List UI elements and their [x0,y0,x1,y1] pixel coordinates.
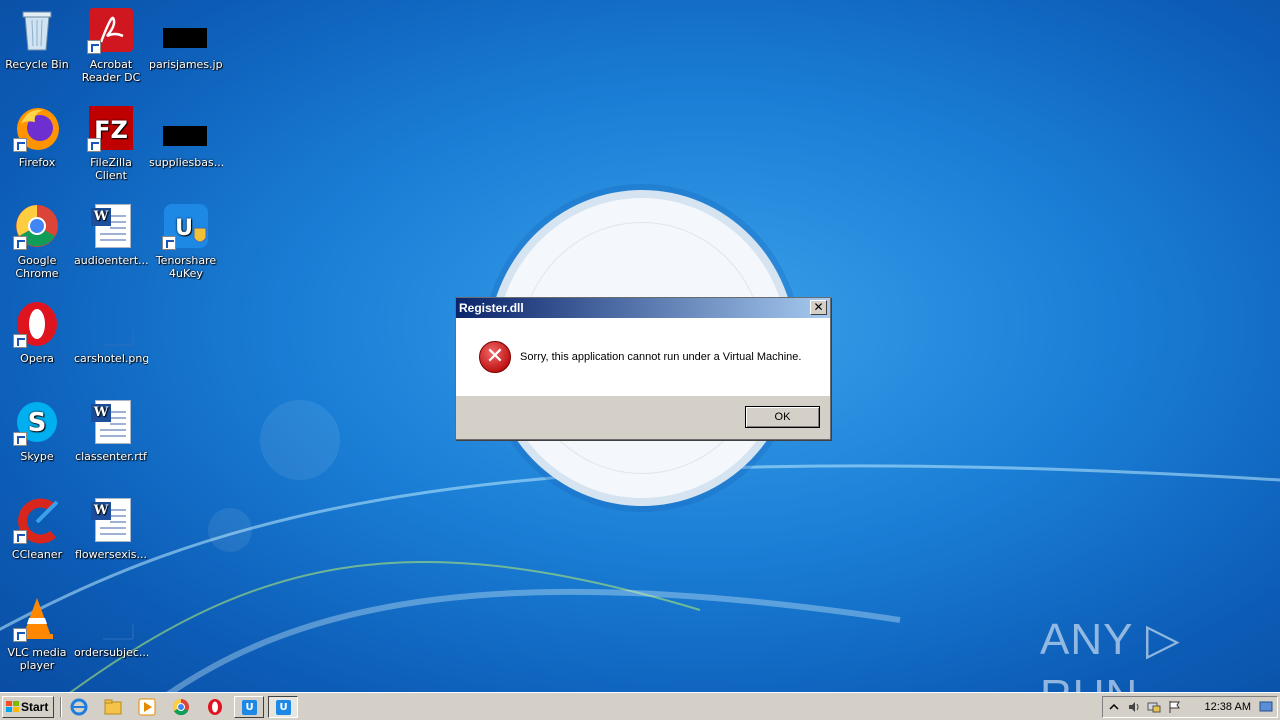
start-button[interactable]: Start [2,696,54,718]
word-document-icon: W [87,398,135,446]
tenorshare-icon: U [276,700,291,715]
start-label: Start [21,700,49,714]
desktop-icon-carshotel[interactable]: carshotel.png [74,300,148,365]
desktop-icon-label: Tenorshare 4uKey [155,254,217,280]
media-player-icon[interactable] [138,698,156,716]
desktop-icon-audioentert[interactable]: W audioentert... [74,202,148,267]
dialog-titlebar[interactable]: Register.dll ✕ [456,298,830,318]
system-tray: 12:38 AM [1102,696,1278,718]
desktop-icon-label: Skype [20,450,54,463]
desktop-icon-ordersubjec[interactable]: ordersubjec... [74,594,148,659]
opera-icon [13,300,61,348]
error-dialog: Register.dll ✕ ✕ Sorry, this application… [455,297,831,440]
ccleaner-icon [13,496,61,544]
recycle-bin-icon [13,6,61,54]
taskbar-task-tenorshare[interactable]: U [234,696,264,718]
chrome-icon[interactable] [172,698,190,716]
word-document-icon: W [87,496,135,544]
taskbar: Start U U 12:38 AM [0,692,1280,720]
desktop-icon-label: Opera [20,352,54,365]
desktop-icon-opera[interactable]: Opera [0,300,74,365]
dialog-body: ✕ Sorry, this application cannot run und… [456,318,830,396]
desktop-icon-label: suppliesbas... [149,156,223,169]
desktop-icon-label: audioentert... [74,254,148,267]
desktop-icon-firefox[interactable]: Firefox [0,104,74,169]
desktop-icon-label: VLC media player [7,646,67,672]
anyrun-watermark: ANY ▷ RUN [1040,615,1181,692]
taskbar-task-register-dll[interactable]: U [268,696,298,718]
show-desktop-icon[interactable] [1259,700,1273,714]
desktop-icon-suppliesbas[interactable]: suppliesbas... [149,104,223,169]
desktop-icon-label: CCleaner [11,548,63,561]
svg-text:U: U [175,216,193,241]
desktop-icon-google-chrome[interactable]: Google Chrome [0,202,74,280]
desktop-icon-label: Google Chrome [15,254,59,280]
desktop-icon-label: parisjames.jpg [149,58,223,71]
desktop-icon-parisjames[interactable]: parisjames.jpg [149,6,223,71]
chrome-icon [13,202,61,250]
desktop-icon-label: Recycle Bin [5,58,69,71]
redacted-thumbnail-icon [162,6,210,54]
desktop-icon-label: carshotel.png [74,352,148,365]
desktop-icon-tenorshare[interactable]: U Tenorshare 4uKey [149,202,223,280]
volume-icon[interactable] [1127,700,1141,714]
desktop: Recycle Bin Firefox Google Chrome Opera … [0,0,1280,692]
chevron-up-icon[interactable] [1107,700,1121,714]
clock[interactable]: 12:38 AM [1205,697,1251,717]
close-icon: ✕ [813,300,824,314]
action-center-flag-icon[interactable] [1167,700,1181,714]
desktop-icon-skype[interactable]: S Skype [0,398,74,463]
desktop-icon-ccleaner[interactable]: CCleaner [0,496,74,561]
word-document-icon: W [87,202,135,250]
acrobat-icon [87,6,135,54]
desktop-icon-recycle-bin[interactable]: Recycle Bin [0,6,74,71]
redacted-thumbnail-icon [162,104,210,152]
file-icon [87,594,135,642]
error-icon: ✕ [479,341,511,373]
close-button[interactable]: ✕ [810,300,827,315]
desktop-icon-label: ordersubjec... [74,646,148,659]
desktop-icon-label: classenter.rtf [75,450,147,463]
network-icon[interactable] [1147,700,1161,714]
explorer-icon[interactable] [104,698,122,716]
tenorshare-icon: U [242,700,257,715]
filezilla-icon: FZ [87,104,135,152]
skype-icon: S [13,398,61,446]
firefox-icon [13,104,61,152]
dialog-title: Register.dll [459,301,524,315]
desktop-icon-classenter[interactable]: W classenter.rtf [74,398,148,463]
taskbar-separator [60,697,62,717]
svg-text:S: S [28,408,47,438]
ok-button[interactable]: OK [745,406,820,428]
desktop-icon-label: Acrobat Reader DC [81,58,141,84]
desktop-icon-filezilla[interactable]: FZ FileZilla Client [74,104,148,182]
desktop-icon-vlc[interactable]: VLC media player [0,594,74,672]
vlc-icon [13,594,61,642]
tenorshare-icon: U [162,202,210,250]
desktop-icon-label: FileZilla Client [90,156,132,182]
desktop-icon-flowersexis[interactable]: W flowersexis... [74,496,148,561]
image-file-icon [87,300,135,348]
error-message: Sorry, this application cannot run under… [520,351,802,363]
windows-logo-icon [6,701,19,713]
opera-icon[interactable] [206,698,224,716]
desktop-icon-label: Firefox [18,156,56,169]
ie-icon[interactable] [70,698,88,716]
desktop-icon-acrobat-reader[interactable]: Acrobat Reader DC [74,6,148,84]
dialog-button-bar: OK [456,396,830,439]
desktop-icon-label: flowersexis... [74,548,148,561]
